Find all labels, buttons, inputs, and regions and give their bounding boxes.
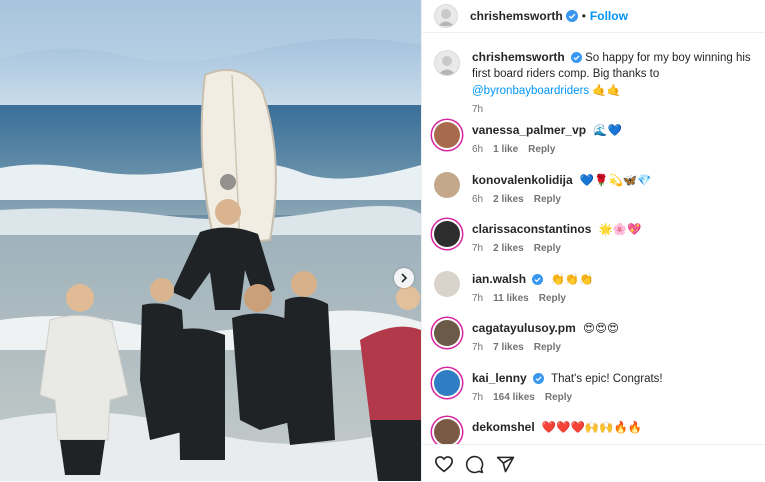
next-image-button[interactable] (394, 268, 414, 288)
caption-time: 7h (472, 104, 484, 115)
reply-button[interactable]: Reply (528, 144, 555, 155)
reply-button[interactable]: Reply (539, 293, 566, 304)
commenter-avatar[interactable] (434, 271, 460, 297)
commenter-avatar[interactable] (434, 419, 460, 445)
commenter-avatar[interactable] (434, 221, 460, 247)
comment-text: 😍😍😍 (583, 321, 619, 335)
caption-mention-link[interactable]: @byronbayboardriders (472, 85, 589, 97)
comment-username[interactable]: cagatayulusoy.pm (472, 321, 576, 335)
post-image[interactable] (0, 0, 421, 481)
chevron-right-icon (401, 273, 408, 283)
comment-username[interactable]: konovalenkolidija (472, 173, 573, 187)
comment-username[interactable]: vanessa_palmer_vp (472, 123, 586, 137)
caption-username[interactable]: chrishemsworth (472, 50, 565, 64)
share-icon[interactable] (496, 455, 515, 474)
reply-button[interactable]: Reply (534, 243, 561, 254)
verified-icon (565, 10, 578, 22)
comment-username[interactable]: clarissaconstantinos (472, 222, 591, 236)
verified-icon (532, 274, 544, 286)
commenter-avatar[interactable] (434, 172, 460, 198)
header-separator: • (581, 9, 586, 23)
comment-text: 🌟🌸💖 (598, 222, 642, 236)
comment-time: 7h (472, 392, 484, 403)
comment-username[interactable]: ian.walsh (472, 272, 526, 286)
comment-username[interactable]: kai_lenny (472, 371, 527, 385)
commenter-avatar[interactable] (434, 370, 460, 396)
post-action-bar (422, 444, 765, 482)
surf-photo (0, 0, 421, 481)
comment-text: ❤️❤️❤️🙌🙌🔥🔥 (541, 420, 643, 434)
commenter-avatar[interactable] (434, 122, 460, 148)
comment-time: 6h (472, 144, 484, 155)
comment-time: 7h (472, 293, 484, 304)
reply-button[interactable]: Reply (534, 342, 561, 353)
comment-likes[interactable]: 2 likes (493, 194, 524, 205)
comment-time: 7h (472, 243, 484, 254)
comment-likes[interactable]: 1 like (493, 144, 518, 155)
comment-likes[interactable]: 11 likes (493, 293, 529, 304)
author-avatar[interactable] (434, 4, 458, 28)
comment-likes[interactable]: 2 likes (493, 243, 524, 254)
heart-icon[interactable] (434, 455, 454, 473)
comment-time: 6h (472, 194, 484, 205)
author-username[interactable]: chrishemsworth (470, 9, 563, 23)
post-header: chrishemsworth • Follow (422, 0, 765, 33)
comment-time: 7h (472, 342, 484, 353)
follow-button[interactable]: Follow (590, 9, 628, 23)
comment-text: That's epic! Congrats! (551, 373, 663, 385)
caption-emoji: 🤙🤙 (592, 83, 621, 97)
comment-likes[interactable]: 164 likes (493, 392, 535, 403)
reply-button[interactable]: Reply (545, 392, 572, 403)
comment-username[interactable]: dekomshel (472, 420, 535, 434)
comment-text: 💙🌹💫🦋💎 (579, 173, 652, 187)
verified-icon (570, 52, 582, 64)
comment-icon[interactable] (465, 455, 484, 474)
caption-avatar[interactable] (434, 50, 460, 76)
commenter-avatar[interactable] (434, 320, 460, 346)
comment-likes[interactable]: 7 likes (493, 342, 524, 353)
verified-icon (532, 373, 544, 385)
post-side-panel: chrishemsworth • Follow chrishemsworth S… (421, 0, 765, 482)
comment-text: 🌊💙 (593, 123, 622, 137)
comment-text: 👏👏👏 (550, 272, 594, 286)
reply-button[interactable]: Reply (534, 194, 561, 205)
